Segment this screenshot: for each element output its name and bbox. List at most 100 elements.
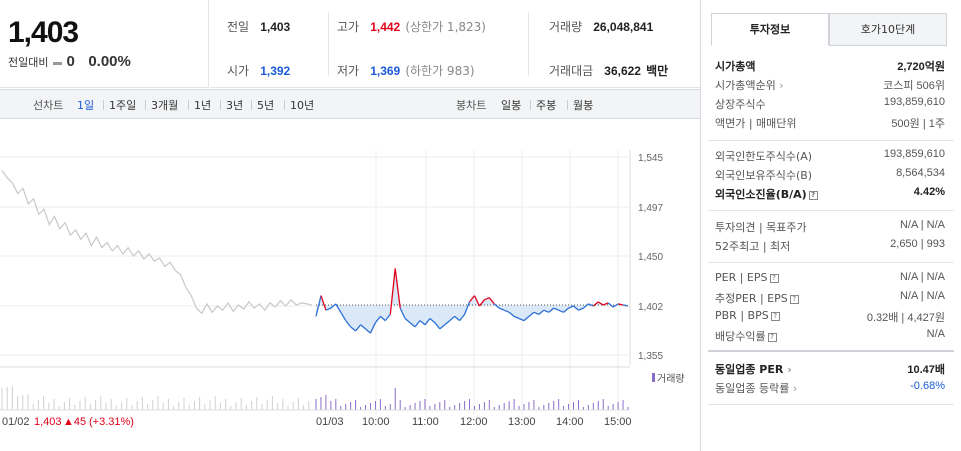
- info-row: 동일업종 PER › 10.47배: [715, 361, 945, 376]
- section-divider: [708, 210, 954, 211]
- prev-day-change: ▲45: [63, 416, 86, 428]
- info-row: 시가총액 2,720억원: [715, 58, 945, 73]
- amount-value: 36,622: [604, 64, 641, 78]
- low-stat: 저가 1,369 (하한가 983): [337, 60, 475, 79]
- info-label: 배당수익률?: [715, 328, 777, 344]
- prev-day-date: 01/02: [2, 416, 30, 428]
- info-value: 193,859,610: [883, 148, 945, 160]
- info-row: 추정PER | EPS? N/A | N/A: [715, 290, 945, 306]
- info-label: 상장주식수: [715, 98, 766, 111]
- info-label: 투자의견 | 목표주가: [715, 221, 807, 234]
- lower-limit: (하한가 983): [405, 64, 475, 78]
- info-label: 시가총액순위 ›: [715, 79, 784, 92]
- prev-close-label: 전일: [227, 20, 250, 34]
- amount-unit: 백만: [646, 64, 669, 78]
- candle-tab-0[interactable]: 일봉: [501, 97, 521, 113]
- period-tab-4[interactable]: 3년: [226, 97, 243, 113]
- prev-day-change-pct: (+3.31%): [89, 416, 134, 428]
- intraday-price-chart: 1,545 1,497 1,450 1,402 1,355 거래량 01/03 10:00 11…: [0, 150, 685, 428]
- info-label: 동일업종 PER ›: [715, 363, 792, 376]
- tab-investment-info[interactable]: 투자정보: [711, 13, 829, 46]
- chart-tab-bar: 선차트 1일 1주일 3개월 1년 3년 5년 10년 봉차트 일봉 주봉 월봉: [0, 89, 700, 119]
- upper-limit: (상한가 1,823): [405, 20, 486, 34]
- volume-legend-label: 거래량: [657, 373, 685, 385]
- info-row: 동일업종 등락률 › -0.68%: [715, 380, 945, 395]
- change-value: 0: [66, 53, 75, 70]
- candle-chart-label: 봉차트: [456, 99, 487, 112]
- change-row: 전일대비 0 0.00%: [8, 53, 131, 70]
- info-row: 외국인보유주식수(B) 8,564,534: [715, 167, 945, 182]
- line-chart-label: 선차트: [33, 99, 64, 112]
- x-tick-label: 12:00: [460, 416, 488, 428]
- y-tick-label: 1,355: [638, 351, 663, 362]
- info-value: 2,720억원: [897, 61, 945, 73]
- period-tab-6[interactable]: 10년: [290, 97, 314, 113]
- info-row: 외국인소진율(B/A)? 4.42%: [715, 186, 945, 201]
- period-tab-5[interactable]: 5년: [257, 97, 274, 113]
- info-value: -0.68%: [910, 380, 945, 392]
- open-label: 시가: [227, 64, 250, 78]
- info-label: 외국인보유주식수(B): [715, 169, 813, 182]
- info-row: 상장주식수 193,859,610: [715, 96, 945, 111]
- divider: [528, 12, 529, 76]
- candle-tab-1[interactable]: 주봉: [536, 97, 556, 113]
- period-tab-2[interactable]: 3개월: [151, 97, 178, 113]
- help-icon[interactable]: ?: [770, 311, 780, 321]
- help-icon[interactable]: ?: [789, 294, 799, 304]
- help-icon[interactable]: ?: [769, 273, 779, 283]
- info-value: 2,650 | 993: [890, 238, 945, 250]
- volume-value: 26,048,841: [593, 20, 654, 34]
- change-label: 전일대비: [8, 56, 49, 69]
- volume-label: 거래량: [549, 20, 583, 34]
- info-label: 시가총액: [715, 60, 756, 73]
- help-icon[interactable]: ?: [808, 190, 818, 200]
- divider: [328, 12, 329, 76]
- section-divider: [708, 262, 954, 263]
- period-tab-3[interactable]: 1년: [194, 97, 211, 113]
- amount-label: 거래대금: [549, 64, 594, 78]
- section-divider: [708, 404, 954, 405]
- period-tab-1[interactable]: 1주일: [109, 97, 136, 113]
- open-value: 1,392: [260, 64, 291, 78]
- open-stat: 시가 1,392: [227, 60, 290, 79]
- section-divider: [708, 140, 954, 141]
- prev-close-value: 1,403: [260, 20, 291, 34]
- info-value: 8,564,534: [896, 167, 945, 179]
- info-row: 액면가 | 매매단위 500원 | 1주: [715, 115, 945, 130]
- x-tick-label: 13:00: [508, 416, 536, 428]
- info-label: 동일업종 등락률 ›: [715, 382, 798, 395]
- info-label: PBR | BPS?: [715, 309, 780, 322]
- tab-divider: [284, 100, 285, 110]
- info-value: N/A: [926, 328, 945, 340]
- chevron-right-icon[interactable]: ›: [783, 363, 792, 376]
- info-label: 액면가 | 매매단위: [715, 117, 797, 130]
- chevron-right-icon[interactable]: ›: [776, 79, 783, 92]
- x-tick-label: 10:00: [362, 416, 390, 428]
- candle-tab-2[interactable]: 월봉: [573, 97, 593, 113]
- low-label: 저가: [337, 64, 360, 78]
- section-divider: [708, 350, 954, 352]
- y-tick-label: 1,402: [638, 302, 663, 313]
- amount-stat: 거래대금 36,622 백만: [549, 60, 668, 79]
- period-tab-0[interactable]: 1일: [77, 97, 94, 113]
- low-value: 1,369: [370, 64, 401, 78]
- chevron-right-icon[interactable]: ›: [789, 382, 797, 395]
- tab-divider: [188, 100, 189, 110]
- info-value: 코스피 506위: [883, 80, 945, 92]
- info-row: PER | EPS? N/A | N/A: [715, 271, 945, 285]
- tab-order-book[interactable]: 호가10단계: [829, 13, 947, 46]
- prev-close-stat: 전일 1,403: [227, 16, 290, 35]
- info-value: 10.47배: [907, 364, 945, 376]
- help-icon[interactable]: ?: [767, 332, 777, 342]
- info-label: 추정PER | EPS?: [715, 290, 799, 306]
- info-value: N/A | N/A: [899, 271, 945, 283]
- prev-day-line: [1, 170, 313, 315]
- info-label: 52주최고 | 최저: [715, 240, 791, 253]
- info-value: 193,859,610: [883, 96, 945, 108]
- info-value: N/A | N/A: [899, 290, 945, 302]
- info-value: N/A | N/A: [899, 219, 945, 231]
- tab-divider: [567, 100, 568, 110]
- prev-day-price: 1,403: [34, 416, 62, 428]
- tab-divider: [103, 100, 104, 110]
- info-row: 외국인한도주식수(A) 193,859,610: [715, 148, 945, 163]
